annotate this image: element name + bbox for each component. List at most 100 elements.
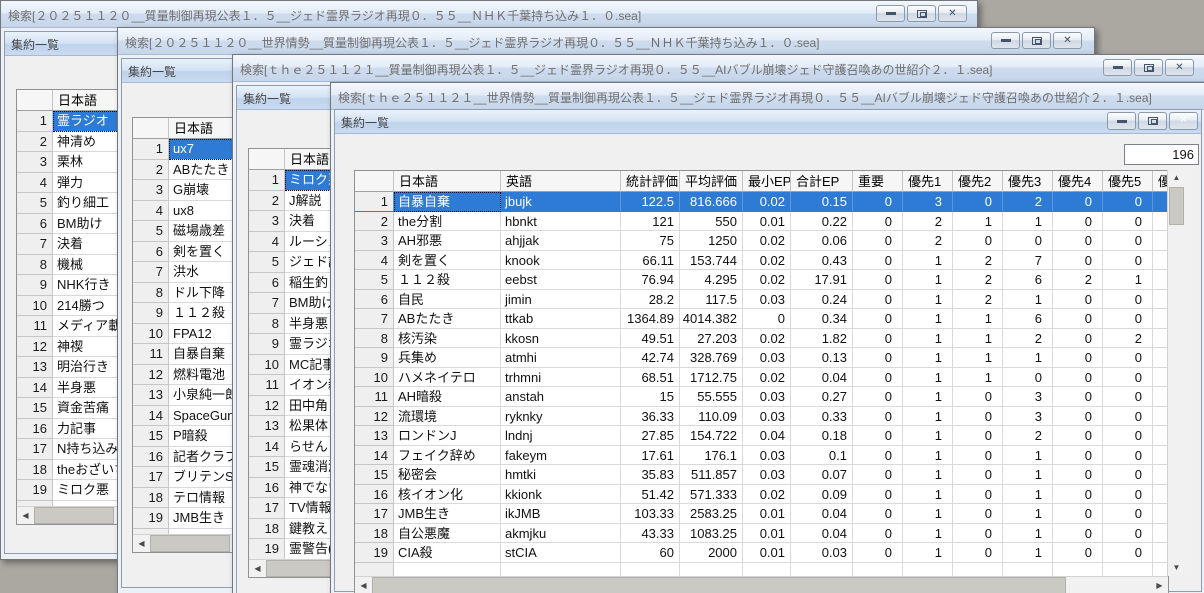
table-cell[interactable]: フェイク辞め — [394, 445, 501, 465]
table-cell[interactable]: 0 — [853, 309, 903, 329]
table-cell[interactable]: 0.03 — [743, 445, 791, 465]
table-cell[interactable]: 0 — [953, 523, 1003, 543]
table-cell[interactable] — [394, 562, 501, 576]
maximize-button[interactable] — [1134, 59, 1163, 76]
row-number[interactable]: 16 — [355, 484, 394, 504]
table-cell[interactable]: ahjjak — [501, 231, 621, 251]
column-header[interactable]: 優先2 — [953, 171, 1003, 192]
record-count-field[interactable]: 196 — [1124, 144, 1199, 165]
window4-titlebar[interactable]: 検索[ｔｈｅ２５１１２１__世界情勢__質量制御再現公表１．５__ジェド霊界ラジ… — [331, 83, 1204, 110]
table-cell[interactable] — [1153, 231, 1168, 251]
table-cell[interactable]: 0 — [853, 367, 903, 387]
table-cell[interactable]: 1 — [903, 504, 953, 524]
row-number[interactable]: 6 — [133, 241, 169, 262]
table-cell[interactable]: 0.04 — [743, 426, 791, 446]
row-number[interactable]: 7 — [355, 309, 394, 329]
window3-titlebar[interactable]: 検索[ｔｈｅ２５１１２１__質量制御再現公表１．５__ジェド霊界ラジオ再現０．５… — [233, 55, 1204, 82]
table-cell[interactable] — [743, 562, 791, 576]
table-cell[interactable]: 2 — [1003, 192, 1053, 212]
row-number[interactable]: 13 — [17, 357, 53, 378]
scroll-left-icon[interactable]: ◀ — [355, 577, 372, 593]
table-cell[interactable]: 0 — [853, 270, 903, 290]
table-cell[interactable]: 0.24 — [791, 289, 853, 309]
table-cell[interactable]: 自公悪魔 — [394, 523, 501, 543]
table-cell[interactable]: 1 — [953, 211, 1003, 231]
scroll-right-icon[interactable]: ▶ — [1151, 577, 1168, 593]
table-cell[interactable]: 1 — [953, 309, 1003, 329]
table-cell[interactable]: atmhi — [501, 348, 621, 368]
row-number[interactable]: 15 — [133, 426, 169, 447]
table-cell[interactable]: 0 — [1003, 367, 1053, 387]
table-cell[interactable]: 0 — [1053, 231, 1103, 251]
table-cell[interactable]: 0.04 — [791, 504, 853, 524]
table-cell[interactable]: 17.61 — [621, 445, 680, 465]
table-cell[interactable]: 1 — [903, 406, 953, 426]
row-number[interactable]: 5 — [17, 193, 53, 214]
table-row[interactable]: 6 自民 jimin 28.2 117.5 0.03 0.24 0 1 2 1 0 0 — [355, 289, 1168, 309]
table-cell[interactable]: 0 — [1053, 328, 1103, 348]
table-cell[interactable]: 1 — [903, 328, 953, 348]
table-cell[interactable]: 0 — [1053, 426, 1103, 446]
table-cell[interactable]: JMB生き — [394, 504, 501, 524]
table-cell[interactable]: 0.02 — [743, 328, 791, 348]
table-cell[interactable]: 1 — [1003, 348, 1053, 368]
row-number[interactable]: 18 — [249, 518, 285, 539]
table-cell[interactable]: 0 — [853, 484, 903, 504]
row-number[interactable]: 17 — [17, 439, 53, 460]
scroll-left-icon[interactable]: ◀ — [133, 535, 150, 552]
table-cell[interactable]: AH邪悪 — [394, 231, 501, 251]
row-number[interactable]: 19 — [17, 480, 53, 501]
table-cell[interactable]: 1364.89 — [621, 309, 680, 329]
table-cell[interactable]: 秘密会 — [394, 465, 501, 485]
table-cell[interactable]: 0 — [853, 504, 903, 524]
table-cell[interactable]: 1 — [903, 445, 953, 465]
table-cell[interactable] — [680, 562, 743, 576]
table-cell[interactable]: 0.02 — [743, 484, 791, 504]
table-cell[interactable]: hmtki — [501, 465, 621, 485]
table-cell[interactable]: 1 — [903, 426, 953, 446]
table-cell[interactable]: 2 — [1053, 270, 1103, 290]
table-cell[interactable]: 1 — [1003, 445, 1053, 465]
row-number[interactable]: 13 — [133, 385, 169, 406]
table-cell[interactable]: ABたたき — [394, 309, 501, 329]
column-header[interactable]: 優先1 — [903, 171, 953, 192]
row-number[interactable]: 12 — [355, 406, 394, 426]
table-cell[interactable]: 2 — [903, 231, 953, 251]
table-cell[interactable]: 1 — [1003, 504, 1053, 524]
table-row[interactable]: 17 JMB生き ikJMB 103.33 2583.25 0.01 0.04 0 1 0 1 0 0 — [355, 504, 1168, 524]
row-number[interactable]: 18 — [355, 523, 394, 543]
table-cell[interactable]: 43.33 — [621, 523, 680, 543]
table-cell[interactable]: jbujk — [501, 192, 621, 212]
table-cell[interactable]: 0 — [953, 465, 1003, 485]
table-cell[interactable] — [1153, 367, 1168, 387]
table-cell[interactable]: 42.74 — [621, 348, 680, 368]
table-cell[interactable]: 1712.75 — [680, 367, 743, 387]
child4-titlebar[interactable]: 集約一覧 ✕ — [335, 110, 1201, 134]
row-number[interactable]: 14 — [133, 405, 169, 426]
table-cell[interactable]: 0 — [1103, 367, 1153, 387]
row-number[interactable]: 9 — [17, 275, 53, 296]
table-cell[interactable]: 0 — [1103, 406, 1153, 426]
row-number[interactable]: 7 — [249, 293, 285, 314]
maximize-button[interactable] — [907, 5, 936, 22]
table-cell[interactable]: 0 — [853, 543, 903, 563]
table-cell[interactable]: 0.02 — [743, 270, 791, 290]
row-number[interactable]: 17 — [355, 504, 394, 524]
table-cell[interactable]: 0.02 — [743, 192, 791, 212]
table-cell[interactable]: 0 — [853, 465, 903, 485]
table-cell[interactable]: 0 — [853, 328, 903, 348]
table-cell[interactable]: 60 — [621, 543, 680, 563]
table-cell[interactable]: 0.03 — [743, 406, 791, 426]
table-cell[interactable]: 1 — [953, 328, 1003, 348]
table-cell[interactable]: 6 — [1003, 270, 1053, 290]
table-cell[interactable]: 3 — [1003, 406, 1053, 426]
table-cell[interactable]: 176.1 — [680, 445, 743, 465]
table-cell[interactable]: 0 — [1053, 504, 1103, 524]
row-number[interactable]: 13 — [355, 426, 394, 446]
table-cell[interactable]: 0.01 — [743, 523, 791, 543]
table-cell[interactable]: 0 — [1053, 523, 1103, 543]
table-cell[interactable] — [1153, 250, 1168, 270]
table-row[interactable]: 12 流環境 ryknky 36.33 110.09 0.03 0.33 0 1 0 3 0 0 — [355, 406, 1168, 426]
table-cell[interactable]: 0.06 — [791, 231, 853, 251]
table-cell[interactable]: eebst — [501, 270, 621, 290]
